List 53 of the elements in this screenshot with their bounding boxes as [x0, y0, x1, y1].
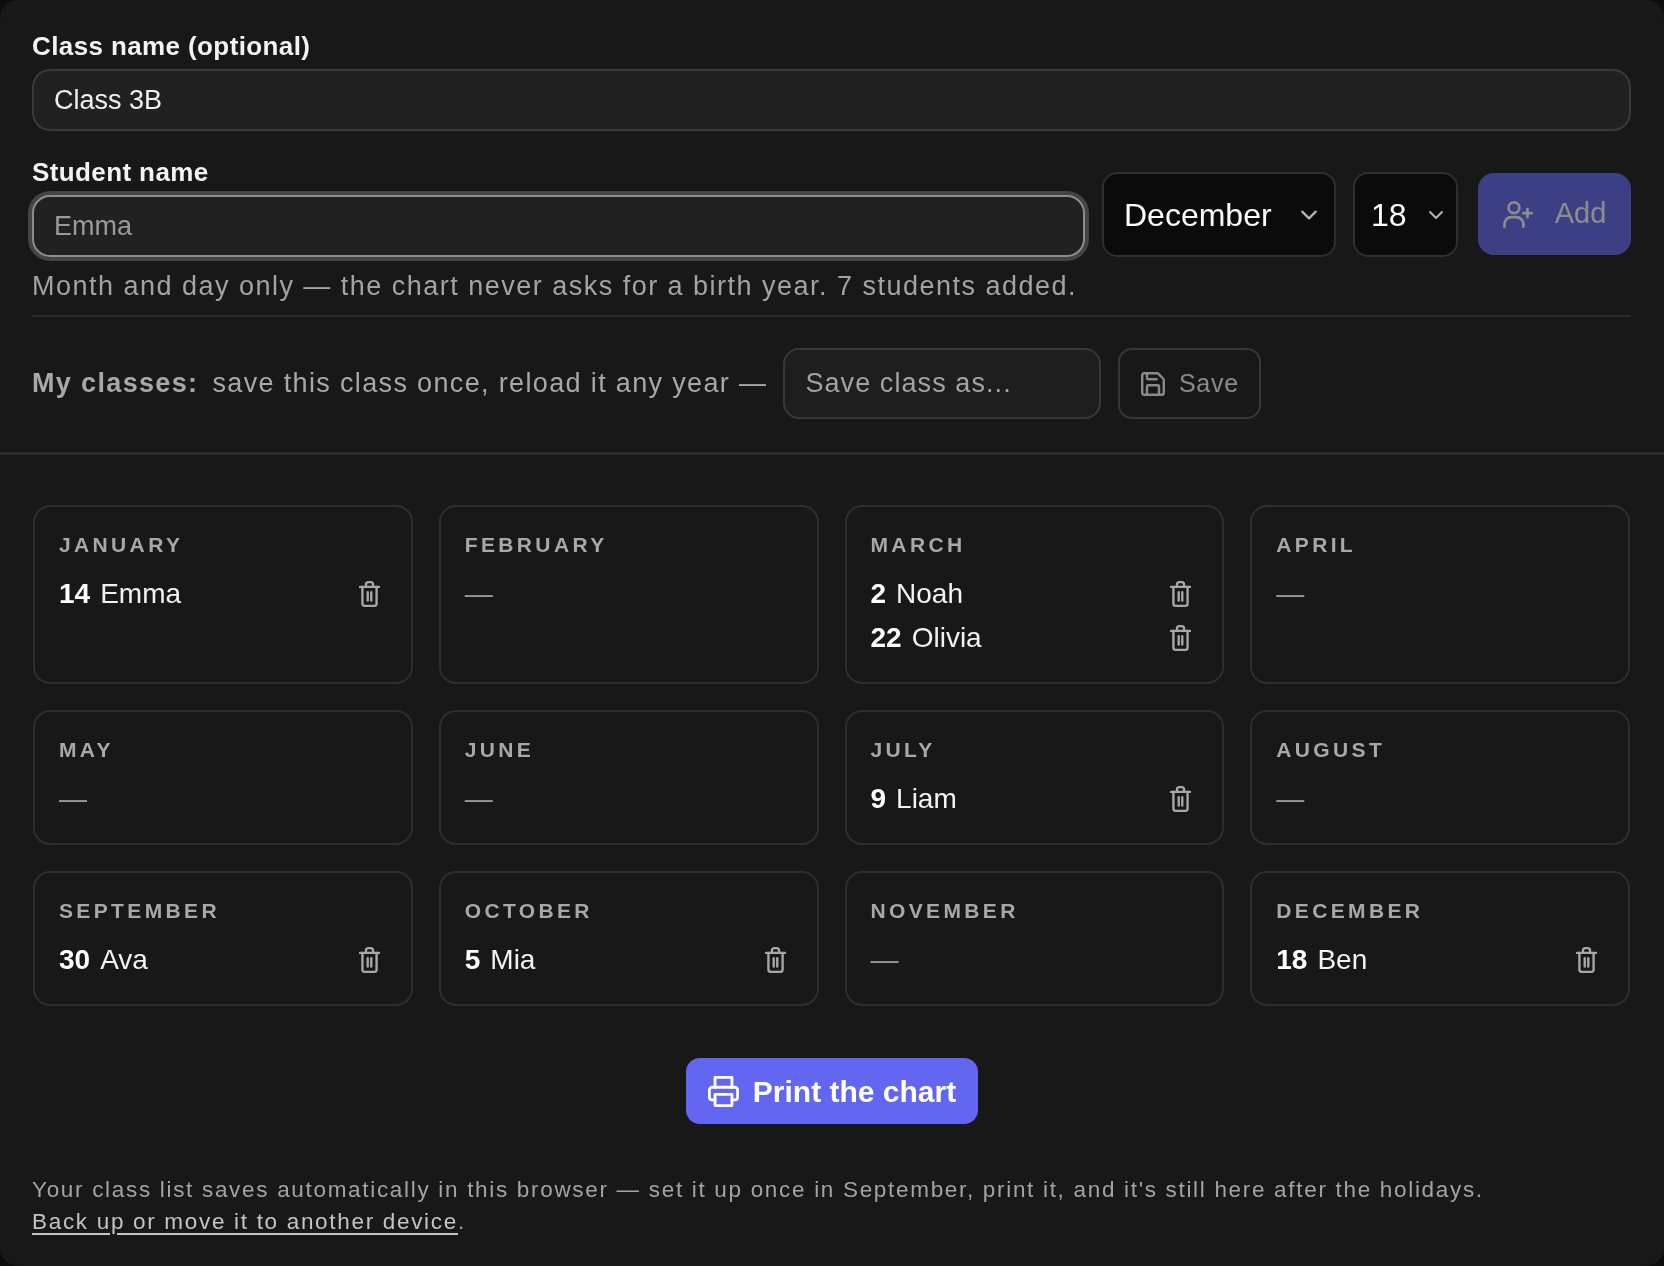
section-hint: save this class once, reload it any year — [212, 367, 768, 401]
student-name: Mia [490, 943, 536, 977]
footer-note: Your class list saves automatically in this browser — set it up once in September, print it, and it's still here after the holidays. Back up or move it to another device. [32, 1176, 1485, 1236]
month-title: OCTOBER [464, 898, 593, 924]
month-title: DECEMBER [1276, 898, 1424, 924]
empty-dash: — [59, 782, 87, 816]
student-name: Emma [100, 577, 182, 611]
birth-day: 5 [464, 939, 481, 981]
month-title: AUGUST [1276, 737, 1386, 763]
empty-dash: — [1276, 782, 1305, 816]
student-name: Noah [896, 577, 963, 611]
birth-day: 30 [59, 939, 91, 981]
section-title: My classes: [32, 367, 199, 401]
class-name-field[interactable]: Class 3B [32, 69, 1631, 131]
month-title: NOVEMBER [870, 898, 1019, 924]
birth-day: 14 [59, 573, 91, 615]
month-title: MARCH [870, 532, 966, 558]
trash-icon[interactable] [1169, 581, 1193, 607]
trash-icon[interactable] [763, 947, 787, 973]
month-title: JUNE [464, 737, 535, 763]
person-plus-icon [1502, 200, 1533, 228]
trash-icon[interactable] [1575, 947, 1598, 973]
student-name: Ben [1317, 943, 1368, 977]
birth-day: 22 [870, 617, 902, 659]
trash-icon[interactable] [357, 581, 381, 607]
help-text: Month and day only — the chart never asks for a birth year. 7 students added. [32, 270, 1078, 303]
student-name: Liam [896, 782, 957, 816]
field-label: Class name (optional) [32, 30, 311, 62]
empty-dash: — [464, 782, 493, 816]
student-name: Ava [100, 943, 148, 977]
month-select[interactable]: December [1102, 172, 1336, 257]
month-title: JANUARY [59, 532, 184, 558]
field-label: Student name [32, 156, 209, 188]
birth-day: 18 [1276, 939, 1308, 981]
empty-dash: — [870, 943, 899, 977]
print-button[interactable]: Print the chart [685, 1058, 979, 1124]
backup-link[interactable]: Back up or move it to another device [32, 1209, 458, 1234]
trash-icon[interactable] [1169, 625, 1193, 651]
day-select[interactable]: 18 [1353, 172, 1458, 257]
birth-day: 9 [870, 778, 887, 820]
month-title: SEPTEMBER [59, 898, 220, 924]
month-title: JULY [870, 737, 936, 763]
empty-dash: — [1276, 577, 1305, 611]
month-title: FEBRUARY [464, 532, 608, 558]
trash-icon[interactable] [1169, 786, 1193, 812]
empty-dash: — [464, 577, 493, 611]
birth-day: 2 [870, 573, 887, 615]
month-title: APRIL [1276, 532, 1357, 558]
printer-icon [707, 1075, 739, 1107]
month-title: MAY [59, 737, 114, 763]
student-name: Olivia [911, 621, 982, 655]
class-save-field[interactable]: Save class as... [783, 348, 1102, 419]
trash-icon[interactable] [357, 947, 381, 973]
